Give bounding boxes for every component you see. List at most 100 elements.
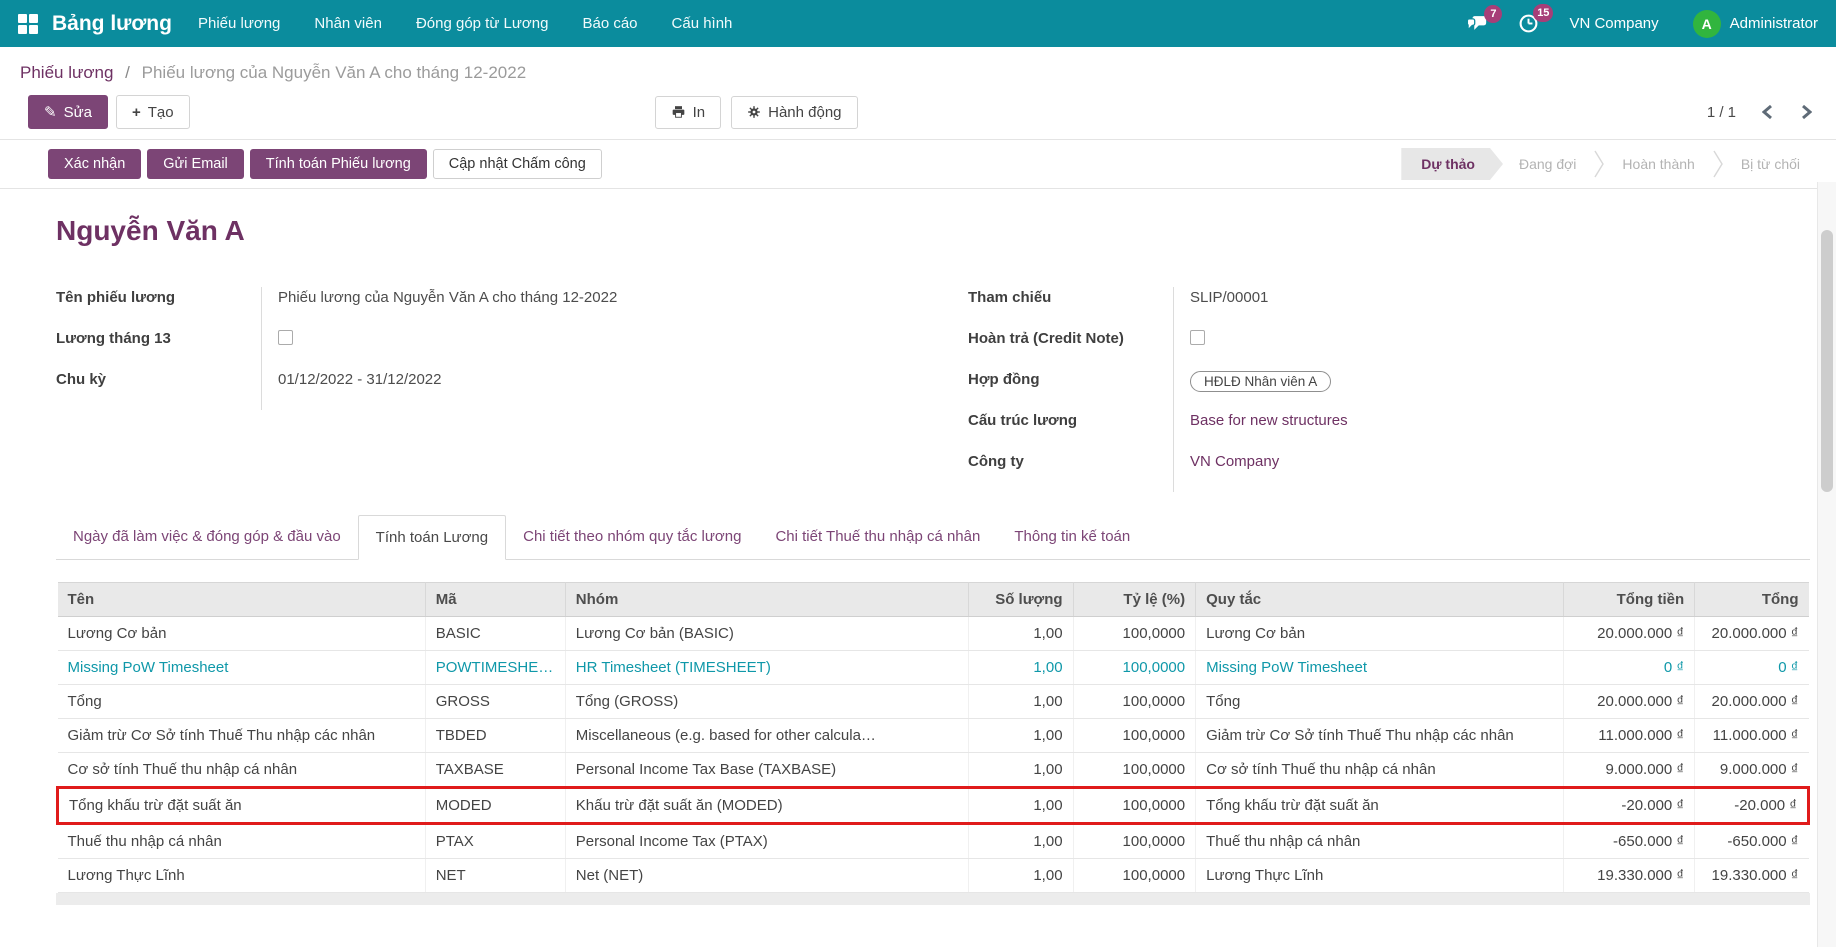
user-name: Administrator (1729, 15, 1818, 32)
payroll-app-window: Bảng lương Phiếu lương Nhân viên Đóng gó… (0, 0, 1836, 947)
cell-rate: 100,0000 (1072, 786, 1196, 825)
header-code[interactable]: Mã (425, 582, 566, 617)
structure-link[interactable]: Base for new structures (1190, 412, 1348, 429)
cell-rule: Tổng (1195, 684, 1564, 719)
header-rate[interactable]: Tỷ lệ (%) (1073, 582, 1197, 617)
tab-rule-category-details[interactable]: Chi tiết theo nhóm quy tắc lương (506, 515, 758, 560)
cell-group: HR Timesheet (TIMESHEET) (564, 650, 968, 685)
activities-button[interactable]: 15 (1518, 4, 1554, 34)
company-link[interactable]: VN Company (1190, 453, 1279, 470)
state-rejected[interactable]: Bị từ chối (1725, 148, 1816, 180)
left-field-group: Tên phiếu lương Phiếu lương của Nguyễn V… (56, 287, 898, 492)
cell-code: NET (424, 858, 566, 893)
cell-group: Net (NET) (564, 858, 968, 893)
cell-amount: 11.000.000 ₫ (1562, 718, 1695, 753)
compute-sheet-button[interactable]: Tính toán Phiếu lương (249, 149, 427, 179)
cell-rate: 100,0000 (1072, 616, 1196, 651)
header-quantity[interactable]: Số lượng (968, 582, 1074, 617)
company-switcher[interactable]: VN Company (1569, 15, 1658, 32)
cell-rate: 100,0000 (1072, 752, 1196, 788)
table-row-pow-timesheet[interactable]: Missing PoW Timesheet POWTIMESHE… HR Tim… (57, 650, 1809, 685)
credit-note-checkbox[interactable] (1190, 330, 1205, 345)
state-draft[interactable]: Dự thảo (1401, 148, 1503, 180)
apps-grid-icon[interactable] (18, 13, 38, 34)
cell-amount: -20.000 ₫ (1562, 786, 1695, 825)
table-row-tbded[interactable]: Giảm trừ Cơ Sở tính Thuế Thu nhập các nh… (57, 718, 1809, 753)
menu-item-employees[interactable]: Nhân viên (314, 15, 382, 32)
messages-button[interactable]: 7 (1466, 5, 1503, 33)
state-done[interactable]: Hoàn thành (1606, 148, 1710, 180)
user-menu[interactable]: A Administrator (1692, 9, 1818, 38)
send-email-button[interactable]: Gửi Email (147, 149, 244, 179)
state-waiting[interactable]: Đang đợi (1503, 148, 1592, 180)
cell-rate: 100,0000 (1072, 823, 1196, 859)
cell-rule: Thuế thu nhập cá nhân (1195, 823, 1564, 859)
table-row-moded-highlighted[interactable]: Tổng khấu trừ đặt suất ăn MODED Khấu trừ… (56, 786, 1810, 825)
tab-accounting-info[interactable]: Thông tin kế toán (997, 515, 1147, 560)
table-row-basic[interactable]: Lương Cơ bản BASIC Lương Cơ bản (BASIC) … (57, 616, 1809, 651)
company-label: Công ty (968, 453, 1024, 470)
cell-name: Giảm trừ Cơ Sở tính Thuế Thu nhập các nh… (57, 718, 426, 753)
create-button[interactable]: + Tạo (115, 95, 190, 129)
header-rule[interactable]: Quy tắc (1195, 582, 1564, 617)
contract-tag[interactable]: HĐLĐ Nhân viên A (1190, 371, 1332, 392)
state-pipeline: Dự thảo Đang đợi Hoàn thành Bị từ chối (1401, 148, 1816, 180)
menu-item-contributions[interactable]: Đóng góp từ Lương (416, 15, 549, 32)
header-name[interactable]: Tên (57, 582, 426, 617)
thirteen-month-checkbox[interactable] (278, 330, 293, 345)
update-attendance-button[interactable]: Cập nhật Chấm công (432, 149, 602, 179)
tab-salary-computation[interactable]: Tính toán Lương (357, 515, 507, 560)
breadcrumb-separator: / (125, 63, 130, 82)
record-buttons: ✎ Sửa + Tạo (28, 95, 190, 129)
print-button-label: In (692, 103, 706, 121)
table-row-gross[interactable]: Tổng GROSS Tổng (GROSS) 1,00 100,0000 Tổ… (57, 684, 1809, 719)
contract-label: Hợp đồng (968, 371, 1040, 388)
cell-quantity: 1,00 (967, 616, 1074, 651)
header-amount[interactable]: Tổng tiền (1563, 582, 1696, 617)
tab-worked-days[interactable]: Ngày đã làm việc & đóng góp & đầu vào (56, 515, 358, 560)
print-button[interactable]: In (654, 95, 722, 129)
table-row-ptax[interactable]: Thuế thu nhập cá nhân PTAX Personal Inco… (57, 823, 1809, 859)
top-navbar: Bảng lương Phiếu lương Nhân viên Đóng gó… (0, 0, 1836, 47)
table-row-net[interactable]: Lương Thực Lĩnh NET Net (NET) 1,00 100,0… (57, 858, 1809, 893)
table-row-taxbase[interactable]: Cơ sở tính Thuế thu nhập cá nhân TAXBASE… (57, 752, 1809, 788)
menu-item-configuration[interactable]: Cấu hình (672, 15, 733, 32)
cell-total: -20.000 ₫ (1694, 786, 1810, 825)
employee-name-title: Nguyễn Văn A (56, 215, 245, 246)
action-button[interactable]: Hành động (731, 95, 858, 129)
cell-code: BASIC (424, 616, 566, 651)
cell-code: GROSS (424, 684, 566, 719)
gear-icon (748, 106, 760, 118)
pager-previous-button[interactable] (1762, 104, 1773, 120)
header-total[interactable]: Tổng (1694, 582, 1809, 617)
vertical-scrollbar-thumb[interactable] (1821, 230, 1833, 492)
form-sheet: Nguyễn Văn A Tên phiếu lương Phiếu lương… (0, 189, 1836, 905)
cell-quantity: 1,00 (967, 786, 1074, 825)
field-groups: Tên phiếu lương Phiếu lương của Nguyễn V… (56, 287, 1810, 492)
cell-total: 0 ₫ (1694, 650, 1809, 685)
tab-personal-income-tax[interactable]: Chi tiết Thuế thu nhập cá nhân (758, 515, 997, 560)
cell-quantity: 1,00 (967, 650, 1074, 685)
reference-value: SLIP/00001 (1173, 287, 1810, 328)
pager-next-button[interactable] (1801, 104, 1812, 120)
menu-item-reports[interactable]: Báo cáo (582, 15, 637, 32)
user-avatar: A (1692, 9, 1721, 38)
vertical-scrollbar-track[interactable] (1817, 182, 1836, 947)
menu-item-payslips[interactable]: Phiếu lương (198, 15, 280, 32)
app-brand[interactable]: Bảng lương (52, 12, 172, 36)
slip-name-value: Phiếu lương của Nguyễn Văn A cho tháng 1… (261, 287, 898, 328)
cell-code: TAXBASE (424, 752, 566, 788)
header-group[interactable]: Nhóm (565, 582, 969, 617)
thirteen-month-label: Lương tháng 13 (56, 330, 171, 347)
edit-button[interactable]: ✎ Sửa (28, 95, 108, 129)
cell-group: Personal Income Tax (PTAX) (564, 823, 968, 859)
period-label: Chu kỳ (56, 371, 107, 388)
cell-group: Lương Cơ bản (BASIC) (564, 616, 968, 651)
control-panel: ✎ Sửa + Tạo In Hành động 1 / 1 (0, 87, 1836, 139)
breadcrumb-parent-link[interactable]: Phiếu lương (20, 63, 113, 82)
cell-name: Lương Cơ bản (57, 616, 426, 651)
confirm-button[interactable]: Xác nhận (48, 149, 142, 179)
period-value: 01/12/2022 - 31/12/2022 (261, 369, 898, 410)
cell-rule: Lương Cơ bản (1195, 616, 1564, 651)
cell-code: PTAX (424, 823, 566, 859)
